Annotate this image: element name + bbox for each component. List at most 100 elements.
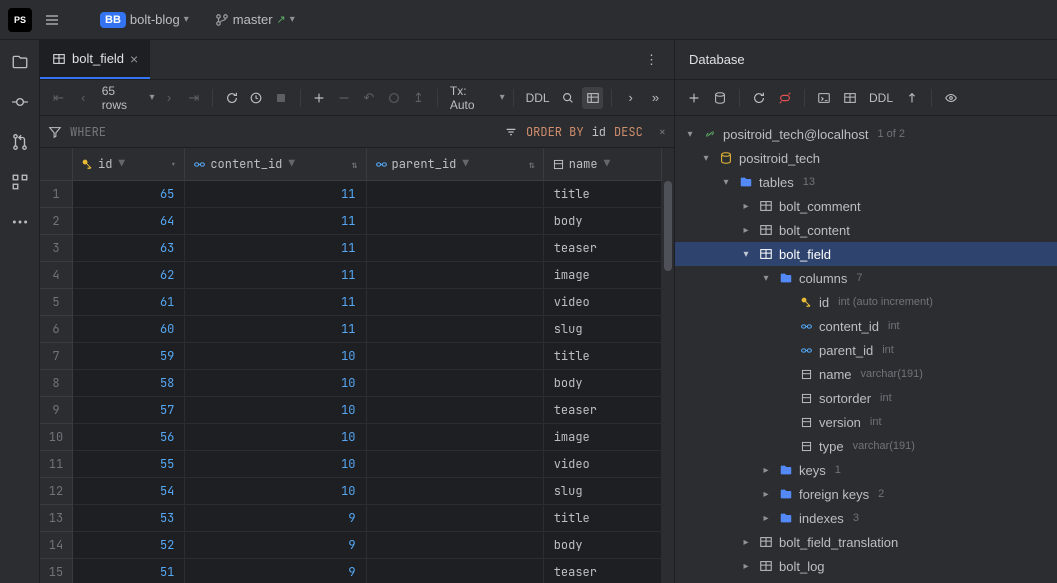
cell-id[interactable]: 62 (73, 262, 185, 288)
project-tool-icon[interactable] (10, 52, 30, 72)
datasource-properties-icon[interactable] (709, 87, 731, 109)
tree-columns-folder[interactable]: ▾columns7 (675, 266, 1057, 290)
tab-actions-icon[interactable]: ⋮ (629, 52, 674, 68)
cell-content-id[interactable]: 11 (185, 235, 366, 261)
tree-schema[interactable]: ▾positroid_tech (675, 146, 1057, 170)
table-row[interactable]: 539title (73, 505, 662, 532)
commit-tool-icon[interactable] (10, 92, 30, 112)
cell-id[interactable]: 55 (73, 451, 185, 477)
cell-content-id[interactable]: 11 (185, 316, 366, 342)
tab-bolt-field[interactable]: bolt_field × (40, 40, 150, 79)
order-by-clause[interactable]: ORDER BY id DESC (504, 124, 643, 140)
row-number[interactable]: 4 (40, 262, 72, 289)
table-row[interactable]: 6011 slug (73, 316, 662, 343)
show-options-icon[interactable] (940, 87, 962, 109)
tree-tables-folder[interactable]: ▾tables13 (675, 170, 1057, 194)
row-number[interactable]: 10 (40, 424, 72, 451)
stop-icon[interactable] (271, 87, 292, 109)
cell-parent-id[interactable] (367, 343, 544, 369)
cell-name[interactable]: teaser (544, 235, 662, 261)
cell-parent-id[interactable] (367, 370, 544, 396)
cell-parent-id[interactable] (367, 316, 544, 342)
table-view-icon[interactable] (839, 87, 861, 109)
tree-table-bolt-comment[interactable]: ▸bolt_comment (675, 194, 1057, 218)
cell-name[interactable]: image (544, 262, 662, 288)
first-page-icon[interactable]: ⇤ (48, 87, 69, 109)
row-number[interactable]: 14 (40, 532, 72, 559)
table-row[interactable]: 6411 body (73, 208, 662, 235)
chevron-down-icon[interactable]: ▾ (500, 92, 505, 103)
cell-id[interactable]: 59 (73, 343, 185, 369)
cell-parent-id[interactable] (367, 235, 544, 261)
more-tool-icon[interactable] (10, 212, 30, 232)
cell-parent-id[interactable] (367, 532, 544, 558)
cell-content-id[interactable]: 11 (185, 289, 366, 315)
row-number[interactable]: 1 (40, 181, 72, 208)
row-number[interactable]: 8 (40, 370, 72, 397)
cell-content-id[interactable]: 10 (185, 424, 366, 450)
cell-content-id[interactable]: 11 (185, 208, 366, 234)
clear-filter-icon[interactable]: × (659, 124, 666, 140)
scroll-thumb[interactable] (664, 181, 672, 271)
cell-id[interactable]: 54 (73, 478, 185, 504)
cell-name[interactable]: body (544, 370, 662, 396)
row-number[interactable]: 5 (40, 289, 72, 316)
tree-column-content-id[interactable]: ·content_idint (675, 314, 1057, 338)
tree-column-parent-id[interactable]: ·parent_idint (675, 338, 1057, 362)
row-number[interactable]: 7 (40, 343, 72, 370)
table-row[interactable]: 529body (73, 532, 662, 559)
filter-icon[interactable]: ▼ (604, 157, 611, 171)
disconnect-icon[interactable] (774, 87, 796, 109)
cell-parent-id[interactable] (367, 424, 544, 450)
add-datasource-icon[interactable] (683, 87, 705, 109)
close-icon[interactable]: × (130, 51, 138, 67)
scrollbar[interactable] (662, 148, 674, 583)
cell-content-id[interactable]: 9 (185, 505, 366, 531)
cell-content-id[interactable]: 10 (185, 451, 366, 477)
cell-name[interactable]: slug (544, 316, 662, 342)
cell-parent-id[interactable] (367, 478, 544, 504)
tree-table-bolt-log[interactable]: ▸bolt_log (675, 554, 1057, 578)
vcs-branch[interactable]: master ↗ ▾ (215, 12, 295, 27)
cell-name[interactable]: body (544, 208, 662, 234)
main-menu-icon[interactable] (40, 8, 64, 32)
cell-name[interactable]: title (544, 181, 662, 207)
add-row-icon[interactable] (309, 87, 330, 109)
cell-name[interactable]: slug (544, 478, 662, 504)
cell-parent-id[interactable] (367, 262, 544, 288)
structure-tool-icon[interactable] (10, 172, 30, 192)
tree-column-name[interactable]: ·namevarchar(191) (675, 362, 1057, 386)
cell-id[interactable]: 51 (73, 559, 185, 583)
row-number[interactable]: 9 (40, 397, 72, 424)
cell-name[interactable]: video (544, 451, 662, 477)
navigate-icon[interactable] (901, 87, 923, 109)
refresh-icon[interactable] (748, 87, 770, 109)
cell-name[interactable]: image (544, 424, 662, 450)
search-icon[interactable] (558, 87, 579, 109)
sort-icon[interactable]: ⇅ (529, 158, 535, 171)
table-row[interactable]: 6211image (73, 262, 662, 289)
cell-content-id[interactable]: 10 (185, 370, 366, 396)
column-header-id[interactable]: id ▼ ▾ (73, 148, 185, 180)
tree-table-bolt-field[interactable]: ▾bolt_field (675, 242, 1057, 266)
submit-icon[interactable]: ↥ (408, 87, 429, 109)
row-number[interactable]: 15 (40, 559, 72, 583)
sort-desc-icon[interactable]: ▾ (170, 158, 176, 171)
row-number[interactable]: 13 (40, 505, 72, 532)
cell-content-id[interactable]: 10 (185, 343, 366, 369)
column-header-content-id[interactable]: content_id ▼ ⇅ (185, 148, 366, 180)
tree-table-bolt-content[interactable]: ▸bolt_content (675, 218, 1057, 242)
cell-id[interactable]: 60 (73, 316, 185, 342)
cell-id[interactable]: 64 (73, 208, 185, 234)
cell-parent-id[interactable] (367, 559, 544, 583)
auto-reload-icon[interactable] (246, 87, 267, 109)
cell-name[interactable]: video (544, 289, 662, 315)
cell-name[interactable]: teaser (544, 559, 662, 583)
view-mode-icon[interactable] (582, 87, 603, 109)
cell-id[interactable]: 57 (73, 397, 185, 423)
filter-icon[interactable]: ▼ (462, 157, 469, 171)
table-row[interactable]: 519teaser (73, 559, 662, 583)
table-row[interactable]: 5910title (73, 343, 662, 370)
delete-row-icon[interactable] (334, 87, 355, 109)
tree-column-sortorder[interactable]: ·sortorderint (675, 386, 1057, 410)
